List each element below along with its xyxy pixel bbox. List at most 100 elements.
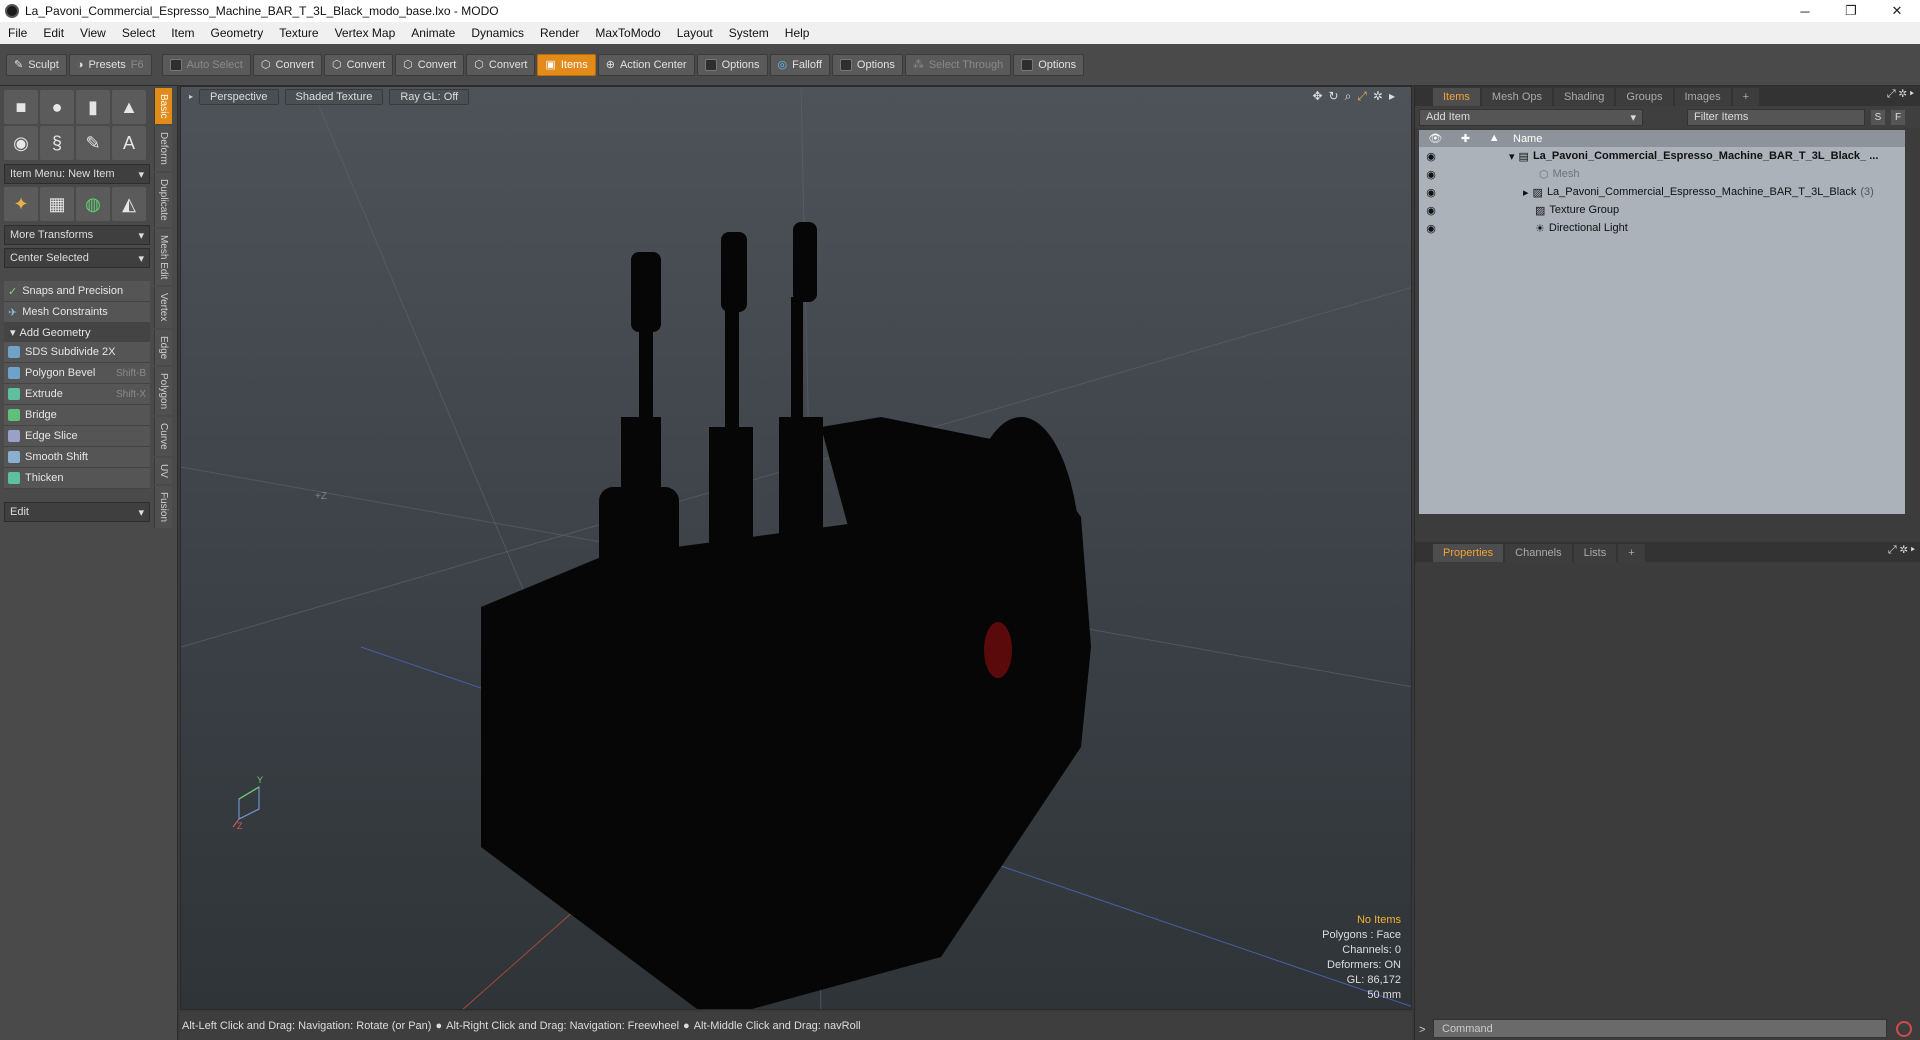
props-settings-icon[interactable]: ⤢ ✲ ▸ <box>1888 544 1915 557</box>
menu-dynamics[interactable]: Dynamics <box>463 26 532 40</box>
edit-dropdown[interactable]: Edit ▾ <box>4 502 150 522</box>
vtab-edge[interactable]: Edge <box>154 329 172 366</box>
tab-lists[interactable]: Lists <box>1573 544 1617 562</box>
item-menu-dropdown[interactable]: Item Menu: New Item ▾ <box>4 164 150 184</box>
zoom-icon[interactable]: ⌕ <box>1345 89 1352 104</box>
shaded-texture-button[interactable]: Shaded Texture <box>284 89 384 105</box>
tab-properties[interactable]: Properties <box>1433 544 1504 562</box>
more-arrow-icon[interactable]: ▸ <box>1389 89 1395 104</box>
menu-file[interactable]: File <box>0 26 35 40</box>
tool-edge-slice[interactable]: Edge Slice <box>4 426 150 447</box>
menu-texture[interactable]: Texture <box>271 26 326 40</box>
menu-view[interactable]: View <box>72 26 114 40</box>
presets-button[interactable]: ◑ Presets F6 <box>68 53 152 76</box>
command-input[interactable]: Command <box>1433 1019 1887 1038</box>
vtab-uv[interactable]: UV <box>154 457 172 484</box>
record-icon[interactable] <box>1896 1021 1912 1037</box>
tab-shading[interactable]: Shading <box>1554 88 1615 106</box>
vtab-curve[interactable]: Curve <box>154 417 172 456</box>
sculpt-button[interactable]: ✎ Sculpt <box>6 53 67 76</box>
menu-geometry[interactable]: Geometry <box>203 26 272 40</box>
text-icon[interactable]: A <box>112 126 146 160</box>
select-through-options-button[interactable]: Options <box>1013 53 1085 76</box>
vtab-fusion[interactable]: Fusion <box>154 485 172 528</box>
eye-icon[interactable]: ◉ <box>1419 150 1443 163</box>
tool-smooth-shift[interactable]: Smooth Shift <box>4 447 150 468</box>
list-item[interactable]: ◉ ▾ ▤ La_Pavoni_Commercial_Espresso_Mach… <box>1419 147 1905 165</box>
filter-items-input[interactable]: Filter Items <box>1687 108 1865 126</box>
rotate-icon[interactable]: ↻ <box>1329 89 1339 104</box>
add-geometry-header[interactable]: ▾ Add Geometry <box>4 323 150 342</box>
list-item[interactable]: ◉ ⬡ Mesh <box>1419 165 1905 183</box>
eye-icon[interactable]: ◉ <box>1419 168 1443 181</box>
settings-gear-icon[interactable]: ✲ <box>1373 89 1383 104</box>
menu-edit[interactable]: Edit <box>35 26 72 40</box>
add-props-tab-button[interactable]: + <box>1618 544 1645 562</box>
falloff-options-button[interactable]: Options <box>831 53 903 76</box>
convert-vertex-button[interactable]: ⬡ Convert <box>252 53 322 76</box>
list-item[interactable]: ◉ ▨ Texture Group <box>1419 201 1905 219</box>
mesh-constraints-button[interactable]: ✈ Mesh Constraints <box>4 302 150 323</box>
vtab-duplicate[interactable]: Duplicate <box>154 173 172 227</box>
s-button[interactable]: S <box>1871 109 1885 125</box>
f-button[interactable]: F <box>1891 109 1905 125</box>
close-button[interactable]: ✕ <box>1874 0 1920 22</box>
add-item-dropdown[interactable]: Add Item ▾ <box>1419 108 1643 126</box>
vtab-polygon[interactable]: Polygon <box>154 367 172 416</box>
menu-layout[interactable]: Layout <box>669 26 721 40</box>
menu-render[interactable]: Render <box>532 26 587 40</box>
vtab-deform[interactable]: Deform <box>154 126 172 172</box>
menu-system[interactable]: System <box>721 26 777 40</box>
viewport-menu-icon[interactable]: ▸ <box>189 89 193 105</box>
convert-item-button[interactable]: ⬡ Convert <box>466 53 536 76</box>
tab-channels[interactable]: Channels <box>1505 544 1572 562</box>
items-mode-button[interactable]: ▣ Items <box>537 53 596 76</box>
minimize-button[interactable]: ─ <box>1782 0 1828 22</box>
eye-icon[interactable]: ◉ <box>1419 204 1443 217</box>
3d-viewport[interactable]: Y Z +Z ▸ Perspective Shaded Texture Ray … <box>180 86 1412 1010</box>
expand-arrow-icon[interactable]: ▾ <box>1509 150 1515 163</box>
list-scrollbar[interactable] <box>1419 514 1905 526</box>
convert-edge-button[interactable]: ⬡ Convert <box>324 53 394 76</box>
center-selected-dropdown[interactable]: Center Selected ▾ <box>4 248 150 268</box>
vtab-vertex[interactable]: Vertex <box>154 287 172 328</box>
tab-items[interactable]: Items <box>1433 88 1480 106</box>
expand-arrow-icon[interactable]: ▸ <box>1523 186 1529 199</box>
tool-thicken[interactable]: Thicken <box>4 468 150 489</box>
cone-icon[interactable]: ▲ <box>112 90 146 124</box>
select-through-button[interactable]: ⁂ Select Through <box>904 53 1012 76</box>
tool-polygon-bevel[interactable]: Polygon Bevel Shift-B <box>4 363 150 384</box>
auto-select-button[interactable]: Auto Select <box>161 53 251 76</box>
sphere-icon[interactable]: ● <box>40 90 74 124</box>
tab-groups[interactable]: Groups <box>1616 88 1673 106</box>
menu-item[interactable]: Item <box>163 26 202 40</box>
eye-icon[interactable]: ◉ <box>1419 186 1443 199</box>
snaps-precision-button[interactable]: ✓ Snaps and Precision <box>4 281 150 302</box>
torus-icon[interactable]: ◉ <box>4 126 38 160</box>
eye-icon[interactable]: ◉ <box>1419 222 1443 235</box>
tab-mesh-ops[interactable]: Mesh Ops <box>1481 88 1553 106</box>
menu-animate[interactable]: Animate <box>403 26 463 40</box>
tool-bridge[interactable]: Bridge <box>4 405 150 426</box>
more-transforms-dropdown[interactable]: More Transforms ▾ <box>4 225 150 245</box>
panel-settings-icon[interactable]: ⤢ ✲ ▸ <box>1887 88 1914 101</box>
vtab-mesh-edit[interactable]: Mesh Edit <box>154 228 172 286</box>
list-item[interactable]: ◉ ☀ Directional Light <box>1419 219 1905 237</box>
menu-help[interactable]: Help <box>777 26 818 40</box>
add-tab-button[interactable]: + <box>1732 88 1760 106</box>
falloff-button[interactable]: ◎ Falloff <box>769 53 830 76</box>
globe-icon[interactable]: ◍ <box>76 187 110 221</box>
grid-icon[interactable]: ▦ <box>40 187 74 221</box>
list-item[interactable]: ◉ ▸ ▨ La_Pavoni_Commercial_Espresso_Mach… <box>1419 183 1905 201</box>
fit-icon[interactable]: ⤢ <box>1357 89 1367 104</box>
action-center-button[interactable]: ⊕ Action Center <box>597 53 695 76</box>
perspective-button[interactable]: Perspective <box>199 89 279 105</box>
tool-extrude[interactable]: Extrude Shift-X <box>4 384 150 405</box>
vtab-basic[interactable]: Basic <box>154 88 172 125</box>
perspective-plane-icon[interactable]: ◭ <box>112 187 146 221</box>
ray-gl-button[interactable]: Ray GL: Off <box>389 89 470 105</box>
menu-select[interactable]: Select <box>114 26 163 40</box>
capsule-icon[interactable]: § <box>40 126 74 160</box>
action-center-options-button[interactable]: Options <box>696 53 768 76</box>
tool-sds-subdivide[interactable]: SDS Subdivide 2X <box>4 342 150 363</box>
